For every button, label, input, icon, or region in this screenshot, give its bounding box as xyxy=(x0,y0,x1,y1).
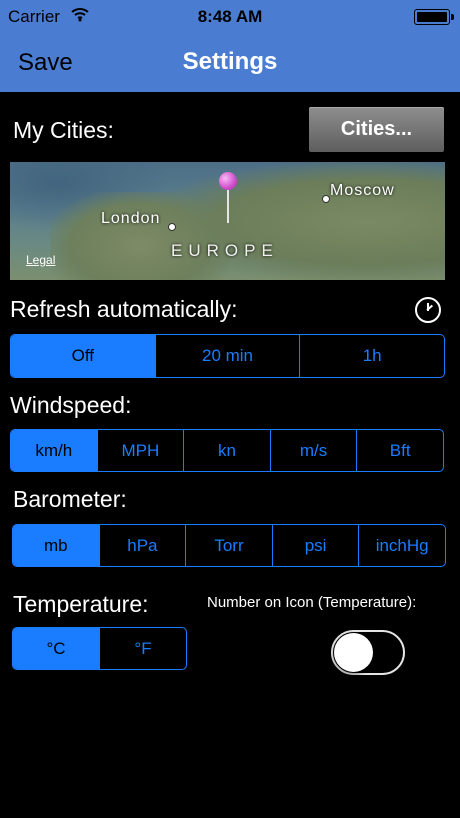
refresh-option-off[interactable]: Off xyxy=(11,335,155,377)
map-legal-link[interactable]: Legal xyxy=(26,253,55,267)
windspeed-option-ms[interactable]: m/s xyxy=(269,430,357,471)
map-city-moscow: Moscow xyxy=(330,182,395,199)
windspeed-option-kn[interactable]: kn xyxy=(183,430,270,471)
clock-icon xyxy=(415,297,441,323)
barometer-segmented-control: mb hPa Torr psi inchHg xyxy=(12,524,446,567)
temperature-label: Temperature: xyxy=(13,591,149,617)
page-title: Settings xyxy=(182,48,278,75)
refresh-label: Refresh automatically: xyxy=(10,296,238,322)
map-city-london: London xyxy=(101,210,161,227)
toggle-knob xyxy=(334,633,373,672)
map-dot-london xyxy=(168,223,176,231)
clock-time: 8:48 AM xyxy=(197,7,263,26)
barometer-option-hpa[interactable]: hPa xyxy=(98,525,186,566)
map-dot-moscow xyxy=(322,195,330,203)
barometer-option-torr[interactable]: Torr xyxy=(185,525,272,566)
barometer-option-psi[interactable]: psi xyxy=(271,525,359,566)
temperature-segmented-control: °C °F xyxy=(12,627,187,670)
status-bar: Carrier 8:48 AM xyxy=(0,0,460,32)
temperature-option-celsius[interactable]: °C xyxy=(13,628,99,669)
map-pin-icon[interactable] xyxy=(219,172,237,190)
icon-number-label: Number on Icon (Temperature): xyxy=(207,594,417,611)
cities-map[interactable]: London Moscow EUROPE Legal xyxy=(10,162,445,280)
windspeed-segmented-control: km/h MPH kn m/s Bft xyxy=(10,429,444,472)
icon-number-toggle[interactable] xyxy=(331,630,405,675)
refresh-option-1h[interactable]: 1h xyxy=(299,335,444,377)
barometer-label: Barometer: xyxy=(13,486,127,512)
navigation-bar: Save Settings xyxy=(0,32,460,92)
windspeed-label: Windspeed: xyxy=(10,392,132,418)
windspeed-option-mph[interactable]: MPH xyxy=(96,430,184,471)
refresh-option-20min[interactable]: 20 min xyxy=(154,335,300,377)
map-pin-stick xyxy=(227,189,229,223)
map-region-label: EUROPE xyxy=(171,241,279,260)
temperature-option-fahrenheit[interactable]: °F xyxy=(99,628,186,669)
my-cities-label: My Cities: xyxy=(13,117,114,143)
windspeed-option-kmh[interactable]: km/h xyxy=(11,430,97,471)
cities-button[interactable]: Cities... xyxy=(309,107,444,152)
barometer-option-inchhg[interactable]: inchHg xyxy=(358,525,445,566)
barometer-option-mb[interactable]: mb xyxy=(13,525,99,566)
refresh-segmented-control: Off 20 min 1h xyxy=(10,334,445,378)
windspeed-option-bft[interactable]: Bft xyxy=(356,430,443,471)
battery-icon xyxy=(414,9,454,25)
